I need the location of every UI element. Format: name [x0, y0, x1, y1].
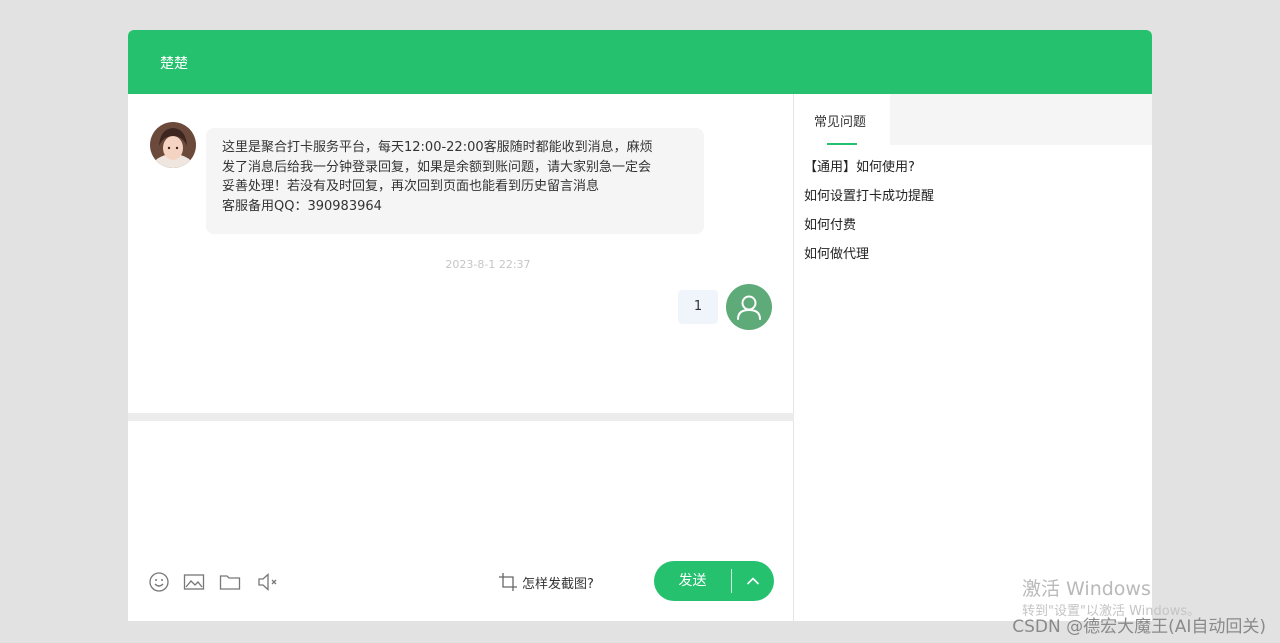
chat-window: 楚楚 这里是聚合打卡服务平台，每天12:00-22:00客服随时都能收到消息，麻…	[128, 30, 1152, 621]
message-input[interactable]	[128, 421, 794, 551]
screenshot-tip-label: 怎样发截图?	[522, 576, 594, 592]
faq-item[interactable]: 如何设置打卡成功提醒	[804, 185, 934, 214]
send-options-button[interactable]	[732, 561, 774, 601]
csdn-watermark: CSDN @德宏大魔王(AI自动回关)	[1012, 617, 1266, 637]
user-message-bubble: 1	[678, 290, 718, 324]
chevron-up-icon	[747, 577, 759, 585]
welcome-line: 这里是聚合打卡服务平台，每天12:00-22:00客服随时都能收到消息，麻烦	[222, 140, 653, 155]
crop-icon	[499, 573, 517, 591]
tab-faq[interactable]: 常见问题	[794, 94, 890, 145]
user-avatar	[726, 284, 772, 330]
tab-active-indicator	[827, 143, 857, 145]
chat-panel: 这里是聚合打卡服务平台，每天12:00-22:00客服随时都能收到消息，麻烦 发…	[128, 94, 794, 621]
agent-welcome-bubble: 这里是聚合打卡服务平台，每天12:00-22:00客服随时都能收到消息，麻烦 发…	[206, 128, 704, 234]
activate-windows-title: 激活 Windows	[1022, 578, 1151, 600]
send-button-group: 发送	[654, 561, 774, 601]
sound-off-icon[interactable]	[256, 570, 280, 594]
faq-list: 【通用】如何使用? 如何设置打卡成功提醒 如何付费 如何做代理	[804, 156, 934, 272]
faq-panel: 常见问题 【通用】如何使用? 如何设置打卡成功提醒 如何付费 如何做代理	[794, 94, 1152, 621]
welcome-line: 客服备用QQ：390983964	[222, 198, 382, 214]
faq-tabbar: 常见问题	[794, 94, 1152, 145]
message-timestamp: 2023-8-1 22:37	[445, 258, 531, 271]
screenshot-help-link[interactable]: 怎样发截图?	[498, 571, 594, 593]
tab-faq-label: 常见问题	[814, 115, 867, 130]
faq-item[interactable]: 如何付费	[804, 214, 934, 243]
input-divider	[128, 413, 794, 421]
welcome-line: 发了消息后给我一分钟登录回复，如果是余额到账问题，请大家别急一定会	[222, 159, 652, 175]
emoji-icon[interactable]	[147, 570, 171, 594]
header-bar: 楚楚	[128, 30, 1152, 94]
faq-item[interactable]: 如何做代理	[804, 243, 934, 272]
user-icon	[737, 295, 761, 320]
message-list[interactable]: 这里是聚合打卡服务平台，每天12:00-22:00客服随时都能收到消息，麻烦 发…	[128, 94, 794, 413]
agent-name: 楚楚	[160, 56, 188, 72]
faq-item[interactable]: 【通用】如何使用?	[804, 156, 934, 185]
folder-icon[interactable]	[218, 570, 242, 594]
agent-avatar	[150, 122, 196, 168]
image-icon[interactable]	[182, 570, 206, 594]
welcome-line: 妥善处理！若没有及时回复，再次回到页面也能看到历史留言消息	[222, 179, 600, 194]
send-button[interactable]: 发送	[654, 561, 731, 601]
